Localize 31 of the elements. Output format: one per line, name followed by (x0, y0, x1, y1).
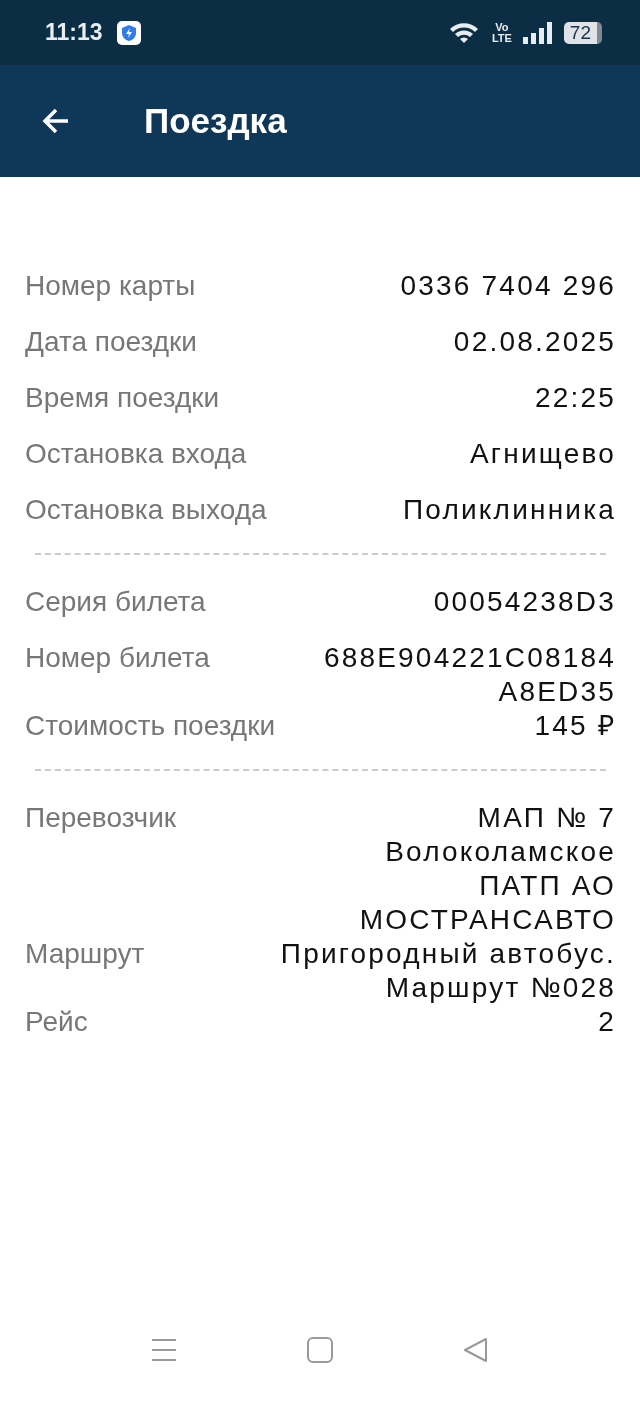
field-label: Перевозчик (25, 801, 177, 835)
field-value: Агнищево (469, 437, 616, 471)
shield-app-icon (116, 20, 141, 45)
volte-label: Vo LTE (491, 21, 512, 44)
field-value: 0336 7404 296 (400, 269, 616, 303)
field-label: Маршрут (25, 937, 145, 971)
field-label: Дата поездки (25, 325, 197, 359)
battery-indicator: 72 (563, 21, 602, 44)
back-icon[interactable] (463, 1337, 489, 1363)
menu-icon[interactable] (151, 1338, 177, 1362)
screen-title: Поездка (144, 101, 287, 141)
field-label: Номер билета (25, 641, 210, 675)
field-value: Поликлинника (403, 493, 616, 527)
field-value: 00054238D3 (433, 585, 616, 619)
field-label: Остановка выхода (25, 493, 267, 527)
field-value: 02.08.2025 (453, 325, 616, 359)
field-label: Серия билета (25, 585, 206, 619)
field-value: 22:25 (534, 381, 616, 415)
field-label: Стоимость поездки (25, 709, 276, 743)
field-value: МАП № 7 Волоколамское ПАТП АО МОСТРАНСАВТО (359, 801, 616, 937)
field-label: Остановка входа (25, 437, 247, 471)
field-label: Рейс (25, 1005, 88, 1039)
status-time: 11:13 (45, 19, 103, 46)
field-label: Номер карты (25, 269, 196, 303)
field-value: 688E904221C08184 A8ED35 (323, 641, 616, 709)
field-value: 2 (598, 1005, 616, 1039)
field-label: Время поездки (25, 381, 220, 415)
home-icon[interactable] (307, 1337, 333, 1363)
signal-icon (521, 20, 554, 45)
field-value: 145 ₽ (534, 709, 616, 743)
field-value: Пригородный автобус. Маршрут №028 (280, 937, 616, 1005)
